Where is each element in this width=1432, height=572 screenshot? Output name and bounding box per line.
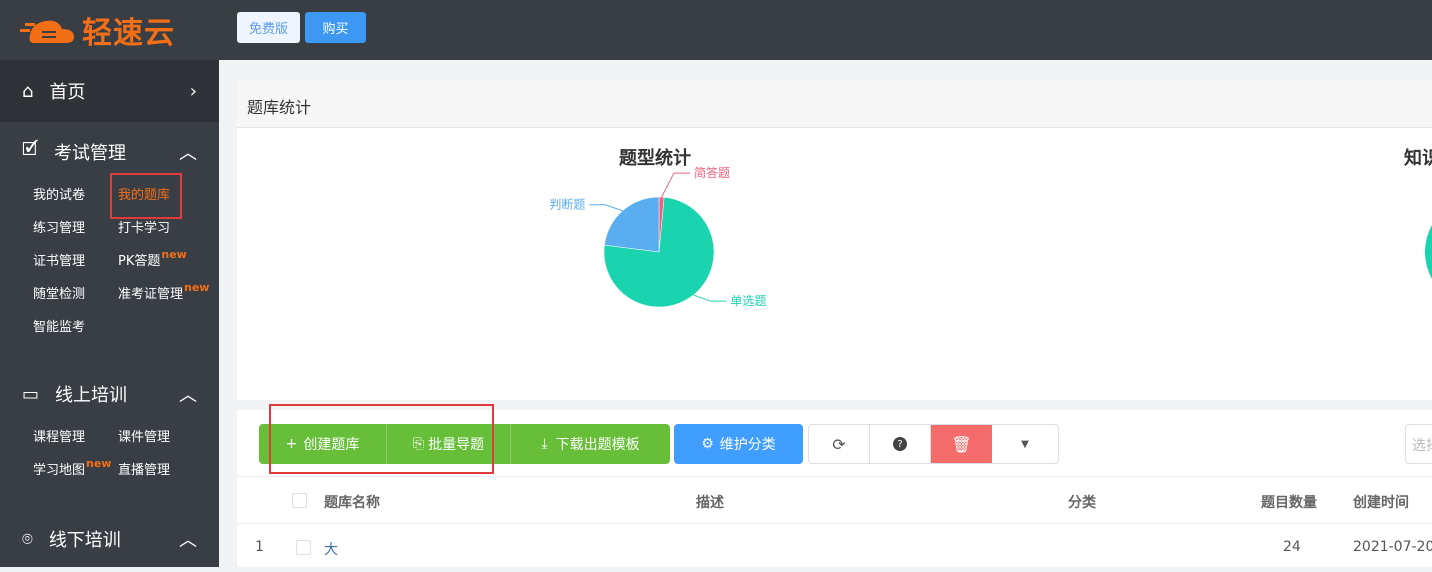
pie-label-line-1 — [589, 204, 623, 212]
sidebar-item-label: 学习地图 — [33, 463, 86, 478]
pie-label-1: 判断题 — [549, 197, 585, 212]
header-category[interactable]: 分类 — [1068, 492, 1096, 512]
caret-down-icon: ▼ — [1021, 438, 1029, 450]
pie-slice-1[interactable] — [604, 196, 660, 253]
table-row[interactable]: 1 大 24 2021-07-20 — [237, 524, 1432, 572]
top-bar: 轻速云 免费版 购买 — [0, 0, 1432, 60]
sidebar-item-proctoring[interactable]: 智能监考 — [33, 318, 118, 338]
button-label: 维护分类 — [719, 437, 776, 453]
sidebar-item-my-question-bank[interactable]: 我的题库 — [110, 173, 218, 219]
question-type-pie-chart: 简答题单选题 判断题 — [549, 165, 766, 308]
online-submenu: 课程管理 课件管理 学习地图new 直播管理 — [0, 428, 219, 481]
sidebar-group-label: 考试管理 — [54, 143, 127, 164]
free-version-button[interactable]: 免费版 — [237, 12, 300, 43]
sidebar-group-label: 线上培训 — [55, 385, 128, 406]
delete-button[interactable]: 🗑 — [931, 425, 992, 463]
gear-icon: ⚙ — [701, 436, 714, 452]
sidebar-item-home[interactable]: ⌂ 首页 › — [0, 60, 219, 122]
chevron-right-icon: › — [189, 80, 197, 102]
sidebar-item-my-papers[interactable]: 我的试卷 — [33, 186, 118, 206]
pie-label-line-2 — [661, 172, 690, 198]
sidebar-item-quiz[interactable]: 随堂检测 — [33, 285, 118, 305]
sidebar-item-courses[interactable]: 课程管理 — [33, 428, 118, 448]
more-dropdown-button[interactable]: ▼ — [992, 425, 1058, 463]
chevron-up-icon: ︿ — [179, 143, 197, 164]
logo-text: 轻速云 — [82, 16, 175, 51]
new-badge: new — [86, 457, 112, 470]
header-created[interactable]: 创建时间 — [1353, 492, 1409, 512]
row-count: 24 — [1283, 539, 1301, 555]
question-circle-icon: ? — [893, 437, 907, 451]
row-created: 2021-07-20 — [1353, 539, 1432, 555]
sidebar-group-offline[interactable]: ⌾ 线下培训 ︿ — [0, 509, 219, 569]
exam-submenu: 我的试卷 我的题库 练习管理 打卡学习 证书管理 PK答题new 随堂检测 准考… — [0, 173, 219, 338]
sidebar-item-admission[interactable]: 准考证管理new — [118, 281, 218, 305]
row-name-link[interactable]: 大 — [324, 539, 338, 559]
row-checkbox[interactable] — [296, 540, 311, 555]
buy-button[interactable]: 购买 — [305, 12, 366, 43]
sidebar-item-live[interactable]: 直播管理 — [118, 461, 218, 481]
sidebar: ⌂ 首页 › 🗹 考试管理 ︿ 我的试卷 我的题库 练习管理 打卡学习 证书管理… — [0, 60, 219, 567]
trash-icon: 🗑 — [951, 434, 972, 454]
highlight-box — [269, 404, 494, 474]
icon-button-group: ⟳ ? 🗑 ▼ — [808, 424, 1059, 464]
document-check-icon: 🗹 — [22, 139, 39, 160]
sidebar-group-label: 线下培训 — [48, 530, 121, 551]
sidebar-item-pk[interactable]: PK答题new — [118, 248, 218, 272]
stats-panel: 题库统计 题型统计 知识点统计 简答题单选题判断题 — [237, 80, 1432, 400]
header-desc[interactable]: 描述 — [696, 492, 724, 512]
chevron-up-icon: ︿ — [179, 385, 197, 406]
monitor-icon: ▭ — [22, 383, 40, 405]
select-all-checkbox[interactable] — [292, 493, 307, 508]
chevron-up-icon: ︿ — [179, 530, 197, 551]
help-button[interactable]: ? — [870, 425, 931, 463]
manage-categories-button[interactable]: ⚙ 维护分类 — [674, 424, 803, 464]
pie-label-0: 单选题 — [730, 294, 766, 308]
location-pin-icon: ⌾ — [22, 528, 33, 550]
panel-title: 题库统计 — [237, 80, 1432, 128]
row-index: 1 — [255, 539, 264, 555]
table-header: 题库名称 描述 分类 题目数量 创建时间 — [237, 476, 1432, 524]
header-count[interactable]: 题目数量 — [1261, 492, 1317, 512]
sidebar-item-label: 首页 — [49, 82, 86, 103]
sidebar-item-practice[interactable]: 练习管理 — [33, 219, 118, 239]
new-badge: new — [184, 281, 210, 294]
sidebar-item-learning-map[interactable]: 学习地图new — [33, 457, 118, 481]
new-badge: new — [161, 248, 187, 261]
sidebar-item-label: 准考证管理 — [118, 287, 184, 302]
header-name[interactable]: 题库名称 — [324, 492, 380, 512]
knowledge-pie-chart-partial — [1425, 225, 1432, 279]
cloud-logo-icon — [20, 20, 74, 43]
sidebar-item-certificates[interactable]: 证书管理 — [33, 252, 118, 272]
download-icon: ⤓ — [541, 436, 548, 452]
refresh-icon: ⟳ — [832, 434, 846, 454]
home-icon: ⌂ — [22, 80, 34, 102]
sidebar-item-coursewares[interactable]: 课件管理 — [118, 428, 218, 448]
charts-area: 题型统计 知识点统计 简答题单选题判断题 — [237, 128, 1432, 400]
logo[interactable]: 轻速云 — [20, 10, 175, 51]
refresh-button[interactable]: ⟳ — [809, 425, 870, 463]
pie-label-2: 简答题 — [694, 165, 730, 180]
download-template-button[interactable]: ⤓ 下载出题模板 — [511, 424, 670, 464]
button-label: 下载出题模板 — [555, 437, 640, 453]
search-input[interactable]: 选择 — [1405, 424, 1432, 464]
sidebar-item-checkin[interactable]: 打卡学习 — [118, 219, 218, 239]
pie-label-line-0 — [693, 294, 727, 302]
sidebar-group-online[interactable]: ▭ 线上培训 ︿ — [0, 364, 219, 424]
sidebar-item-label: PK答题 — [118, 254, 161, 269]
